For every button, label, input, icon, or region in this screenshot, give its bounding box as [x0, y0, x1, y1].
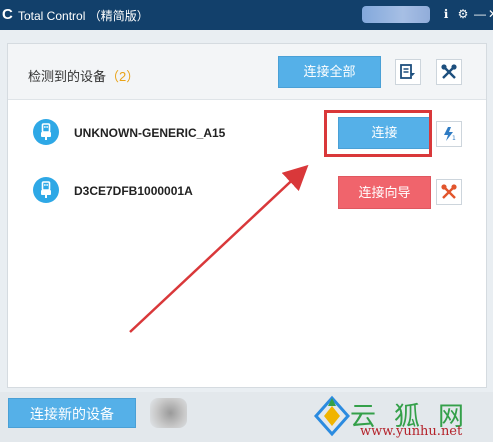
watermark-url: www.yunhu.net	[360, 424, 463, 439]
connect-new-device-button[interactable]: 连接新的设备	[8, 398, 136, 428]
blurred-user-badge	[362, 6, 430, 23]
usb-device-icon	[33, 119, 59, 145]
annotation-highlight-box	[324, 110, 432, 157]
window-title: Total Control （精简版）	[18, 9, 149, 23]
svg-text:1: 1	[452, 135, 456, 142]
device-count: （2）	[106, 69, 140, 84]
connect-wizard-button[interactable]: 连接向导	[338, 176, 431, 209]
device-name: UNKNOWN-GENERIC_A15	[74, 126, 226, 140]
device-name: D3CE7DFB1000001A	[74, 184, 193, 198]
watermark: 云狐网 www.yunhu.net	[312, 392, 493, 442]
connect-all-button[interactable]: 连接全部	[278, 56, 381, 88]
title-bar: C Total Control （精简版） ℹ ⚙ — ✕	[0, 0, 493, 30]
usb-device-icon	[33, 177, 59, 203]
device-panel: 检测到的设备（2） 连接全部 UNKNOWN-GENERIC_A15 连接 1 …	[7, 43, 487, 388]
blurred-thumbnail	[150, 398, 187, 428]
tools-button[interactable]	[436, 59, 462, 85]
device-tools-button[interactable]	[436, 179, 462, 205]
watermark-logo-icon	[313, 395, 351, 437]
export-list-icon	[400, 64, 415, 79]
panel-header: 检测到的设备（2） 连接全部	[8, 44, 486, 100]
lightning-icon: 1	[444, 127, 456, 142]
quick-connect-button[interactable]: 1	[436, 121, 462, 147]
tools-icon	[441, 184, 457, 199]
app-logo-icon: C	[2, 6, 13, 23]
settings-icon[interactable]: ⚙	[455, 6, 471, 22]
device-row: D3CE7DFB1000001A 连接向导	[8, 161, 486, 221]
export-list-button[interactable]	[395, 59, 421, 85]
minimize-icon[interactable]: —	[472, 6, 488, 22]
tools-icon	[441, 64, 457, 79]
detected-devices-label: 检测到的设备（2）	[28, 69, 140, 84]
info-icon[interactable]: ℹ	[438, 6, 454, 22]
close-icon[interactable]: ✕	[488, 6, 493, 22]
